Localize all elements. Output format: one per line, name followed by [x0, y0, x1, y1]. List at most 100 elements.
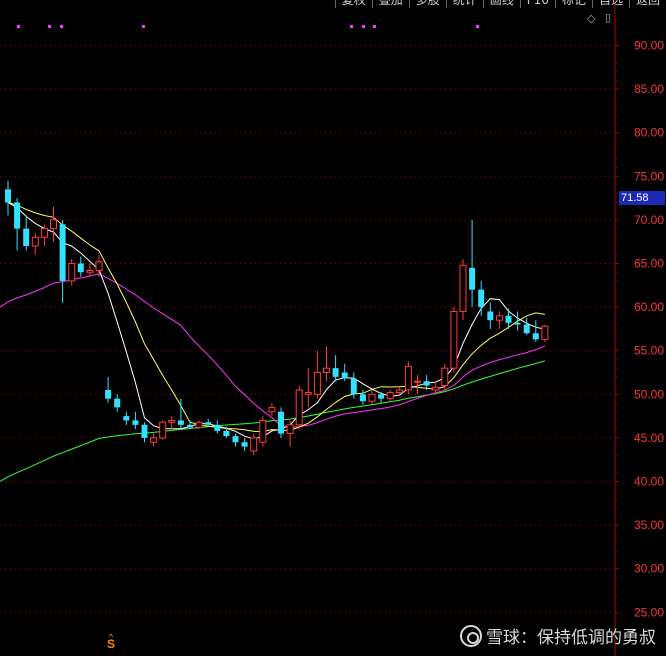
candle-body — [278, 411, 284, 434]
candle-body — [423, 381, 430, 386]
candle-body — [541, 325, 549, 340]
candle-body — [505, 315, 512, 323]
candle-body — [5, 189, 11, 203]
candle-body — [68, 263, 76, 282]
candle-body — [404, 365, 412, 391]
candle-body — [532, 333, 539, 340]
candle-body — [150, 437, 158, 443]
toolbar-draw-line[interactable]: 画线 — [482, 0, 520, 8]
candle-body — [469, 267, 476, 290]
candle-body — [177, 420, 184, 425]
signal-dot — [476, 25, 479, 28]
candle-body — [187, 424, 193, 428]
y-tick-label: 35.00 — [634, 518, 664, 532]
toolbar-back[interactable]: 返回 — [628, 0, 666, 8]
candle-body — [332, 368, 339, 377]
candle-body — [86, 269, 94, 273]
signal-dot — [48, 25, 51, 28]
candle-body — [359, 394, 366, 402]
y-tick-label: 25.00 — [634, 605, 664, 619]
candle-body — [414, 380, 421, 383]
candle-body — [214, 424, 221, 431]
candle-body — [341, 372, 348, 379]
candle-body — [232, 436, 239, 443]
candle-body — [286, 424, 294, 435]
candle-body — [223, 430, 230, 437]
candle-body — [195, 421, 203, 428]
candle-body — [205, 422, 212, 425]
signal-dot — [362, 25, 365, 28]
snowball-logo-icon — [460, 624, 482, 647]
candle-body — [159, 421, 167, 439]
toolbar-watchlist[interactable]: 自选 — [591, 0, 629, 8]
candle-body — [495, 315, 503, 321]
candle-body — [395, 389, 403, 394]
candle-body — [368, 393, 376, 402]
candle-body — [295, 389, 303, 426]
candle-body — [95, 261, 103, 271]
candle-body — [450, 310, 458, 369]
candle-body — [141, 424, 148, 438]
ma60-line — [0, 360, 546, 482]
toolbar-statistics[interactable]: 统计 — [445, 0, 483, 8]
candle-body — [523, 324, 530, 334]
candle-body — [250, 437, 258, 452]
candle-body — [478, 289, 485, 308]
y-tick-label: 55.00 — [634, 344, 664, 358]
y-tick-label: 65.00 — [634, 257, 664, 271]
y-tick-label: 50.00 — [634, 387, 664, 401]
toolbar-mark[interactable]: 标记 — [554, 0, 592, 8]
diamond-icon[interactable]: ◇ — [587, 12, 595, 25]
y-tick-label: 40.00 — [634, 475, 664, 489]
candle-body — [50, 219, 57, 230]
candle-body — [59, 224, 66, 281]
toolbar-overlay[interactable]: 叠加 — [371, 0, 409, 8]
candle-body — [432, 386, 440, 391]
current-price-marker: 71.58 — [619, 191, 665, 205]
signal-dot — [350, 25, 353, 28]
candle-body — [378, 394, 385, 399]
candle-body — [105, 389, 112, 399]
signal-dot — [373, 25, 376, 28]
ma5-line — [7, 202, 546, 440]
candle-body — [77, 263, 84, 273]
candle-body — [268, 406, 276, 413]
candle-body — [40, 228, 48, 238]
y-tick-label: 30.00 — [634, 562, 664, 576]
candle-body — [514, 322, 521, 325]
candle-body — [114, 398, 121, 408]
candle-body — [441, 367, 449, 387]
y-tick-label: 70.00 — [634, 213, 664, 227]
y-tick-label: 75.00 — [634, 169, 664, 183]
candle-body — [31, 236, 39, 247]
y-tick-label: 45.00 — [634, 431, 664, 445]
candle-body — [241, 442, 248, 447]
panel-icon[interactable]: ▯ — [605, 11, 611, 24]
y-tick-label: 60.00 — [634, 300, 664, 314]
y-tick-label: 85.00 — [634, 82, 664, 96]
candle-body — [123, 416, 130, 421]
watermark-text: 雪球：保持低调的勇叔 — [486, 628, 656, 648]
signal-dot — [142, 25, 145, 28]
toolbar-restore-rights[interactable]: 复权 — [334, 0, 372, 8]
chart-toolbar: 复权 叠加 多股 统计 画线 F10 标记 自选 返回 — [334, 0, 666, 8]
candle-body — [23, 228, 30, 247]
toolbar-f10[interactable]: F10 — [519, 0, 555, 8]
candle-body — [14, 202, 21, 229]
candle-body — [132, 420, 139, 425]
candle-body — [304, 392, 312, 395]
candle-body — [313, 372, 321, 395]
y-tick-label: 80.00 — [634, 126, 664, 140]
candle-body — [459, 264, 467, 312]
y-tick-label: 90.00 — [634, 39, 664, 53]
candle-body — [259, 419, 267, 443]
candlestick-chart: 90.00 85.00 80.00 75.00 70.00 65.00 60.00 55.00… — [0, 0, 664, 656]
candle-body — [323, 367, 330, 374]
signal-dot — [60, 25, 63, 28]
signal-dot — [17, 25, 20, 28]
candle-body — [487, 311, 494, 321]
candle-body — [386, 392, 394, 400]
toolbar-multi-stock[interactable]: 多股 — [408, 0, 446, 8]
watermark: 雪球：保持低调的勇叔 — [460, 623, 656, 648]
candle-body — [168, 419, 176, 423]
